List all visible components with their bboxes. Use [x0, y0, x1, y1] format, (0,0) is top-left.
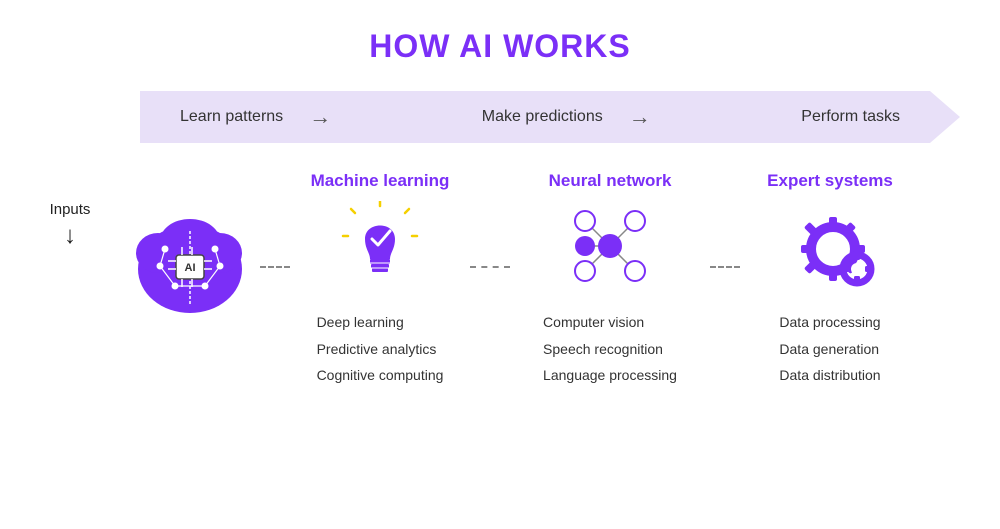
expert-title: Expert systems — [767, 171, 893, 191]
content-area: Learn patterns → Make predictions → Perf… — [20, 81, 980, 529]
step3-label: Perform tasks — [801, 108, 900, 126]
main-row: Inputs ↓ — [20, 171, 980, 389]
connector-1 — [260, 266, 290, 268]
connector-3 — [710, 266, 740, 268]
step2-label: Make predictions — [482, 108, 603, 126]
nn-item-2: Speech recognition — [543, 336, 677, 363]
ml-sub-items: Deep learning Predictive analytics Cogni… — [317, 309, 444, 389]
neural-network-icon — [565, 201, 655, 291]
neural-icon-area — [565, 201, 655, 291]
ml-item-1: Deep learning — [317, 309, 444, 336]
connector-2 — [470, 266, 510, 268]
expert-item-3: Data distribution — [779, 362, 880, 389]
arrow-banner: Learn patterns → Make predictions → Perf… — [140, 91, 960, 143]
arrow-icon-2: → — [629, 104, 651, 130]
ml-item-2: Predictive analytics — [317, 336, 444, 363]
brain-column: AI — [120, 171, 260, 321]
banner-step2: Make predictions → — [482, 104, 659, 130]
nn-item-1: Computer vision — [543, 309, 677, 336]
inputs-column: Inputs ↓ — [20, 171, 120, 248]
expert-column: Expert systems — [740, 171, 920, 389]
expert-item-1: Data processing — [779, 309, 880, 336]
nn-title: Neural network — [549, 171, 672, 191]
lightbulb-icon-area — [335, 201, 425, 291]
nn-item-3: Language processing — [543, 362, 677, 389]
arrow-icon-1: → — [309, 104, 331, 130]
page-title: HOW AI WORKS — [369, 28, 630, 65]
expert-sub-items: Data processing Data generation Data dis… — [779, 309, 880, 389]
gear-icon — [785, 201, 875, 291]
banner-step1: Learn patterns → — [180, 104, 339, 130]
inputs-label: Inputs — [50, 201, 91, 218]
nn-sub-items: Computer vision Speech recognition Langu… — [543, 309, 677, 389]
ml-item-3: Cognitive computing — [317, 362, 444, 389]
down-arrow-icon: ↓ — [64, 224, 76, 248]
gear-icon-area — [785, 201, 875, 291]
svg-text:AI: AI — [185, 262, 196, 274]
expert-item-2: Data generation — [779, 336, 880, 363]
step1-label: Learn patterns — [180, 108, 283, 126]
nn-column: Neural network — [510, 171, 710, 389]
brain-icon: AI — [130, 211, 250, 321]
lightbulb-icon — [340, 201, 420, 291]
ml-title: Machine learning — [311, 171, 450, 191]
banner-step3: Perform tasks — [801, 108, 900, 126]
ml-column: Machine learning — [290, 171, 470, 389]
